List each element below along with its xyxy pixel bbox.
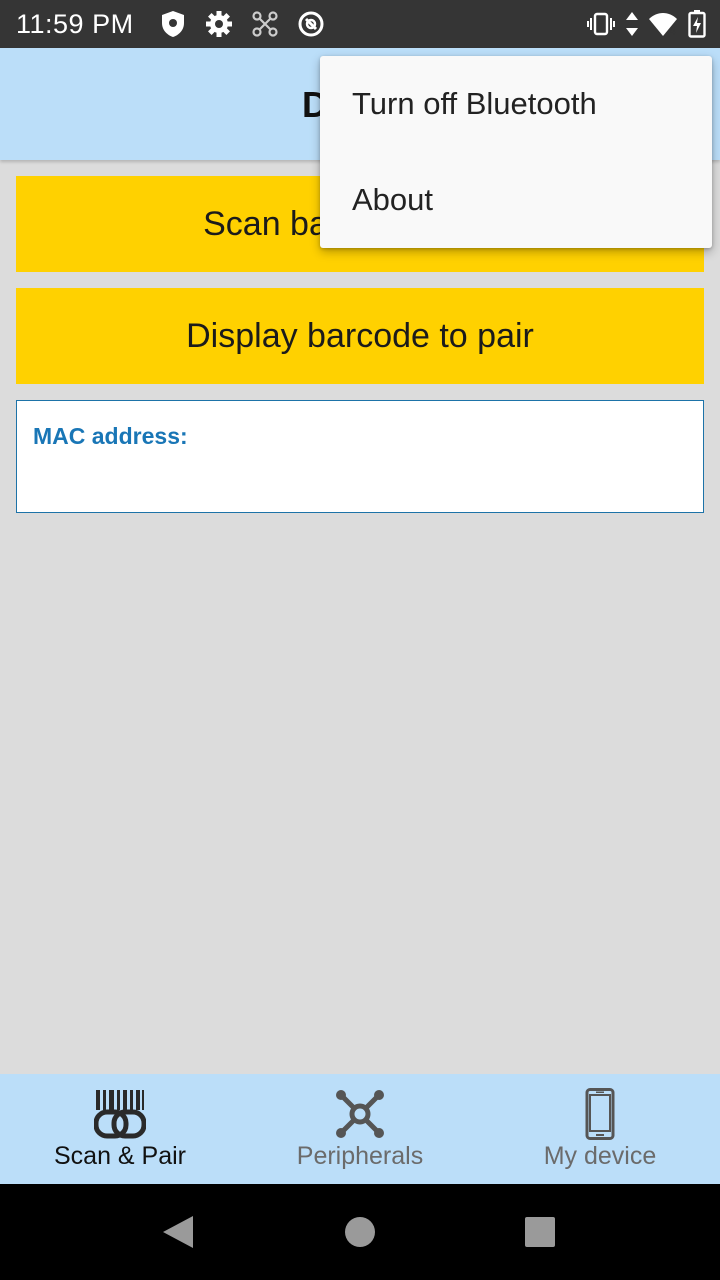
- status-bar: 11:59 PM 4: [0, 0, 720, 48]
- wifi-icon: 4: [648, 9, 678, 39]
- status-icons-left: [158, 8, 326, 40]
- shield-icon: [158, 9, 188, 39]
- menu-item-about[interactable]: About: [320, 152, 712, 248]
- home-icon[interactable]: [340, 1212, 380, 1252]
- nav-item-my-device[interactable]: My device: [480, 1074, 720, 1184]
- battery-charging-icon: [686, 9, 708, 39]
- nav-label-my-device: My device: [543, 1142, 657, 1170]
- status-icons-right: 4: [586, 8, 708, 40]
- mac-address-label: MAC address:: [33, 423, 188, 449]
- sync-icon: [296, 9, 326, 39]
- svg-text:4: 4: [669, 25, 676, 37]
- status-time: 11:59 PM: [16, 9, 134, 39]
- barcode-link-icon: [92, 1086, 148, 1142]
- overflow-menu: Turn off Bluetooth About: [320, 56, 712, 248]
- vibrate-icon: [586, 9, 616, 39]
- system-navigation-bar: [0, 1184, 720, 1280]
- nav-item-peripherals[interactable]: Peripherals: [240, 1074, 480, 1184]
- nav-item-scan-pair[interactable]: Scan & Pair: [0, 1074, 240, 1184]
- nav-label-scan-pair: Scan & Pair: [53, 1142, 186, 1170]
- back-icon[interactable]: [158, 1212, 198, 1252]
- mac-address-box: MAC address:: [16, 400, 704, 513]
- peripherals-icon: [332, 1086, 388, 1142]
- data-arrows-icon: [624, 9, 640, 39]
- phone-icon: [572, 1086, 628, 1142]
- display-barcode-button[interactable]: Display barcode to pair: [16, 288, 704, 384]
- recents-icon[interactable]: [520, 1212, 560, 1252]
- menu-item-turn-off-bluetooth[interactable]: Turn off Bluetooth: [320, 56, 712, 152]
- network-icon: [250, 9, 280, 39]
- gear-icon: [204, 9, 234, 39]
- nav-label-peripherals: Peripherals: [296, 1142, 424, 1170]
- bottom-navigation: Scan & Pair Peripherals My device: [0, 1074, 720, 1184]
